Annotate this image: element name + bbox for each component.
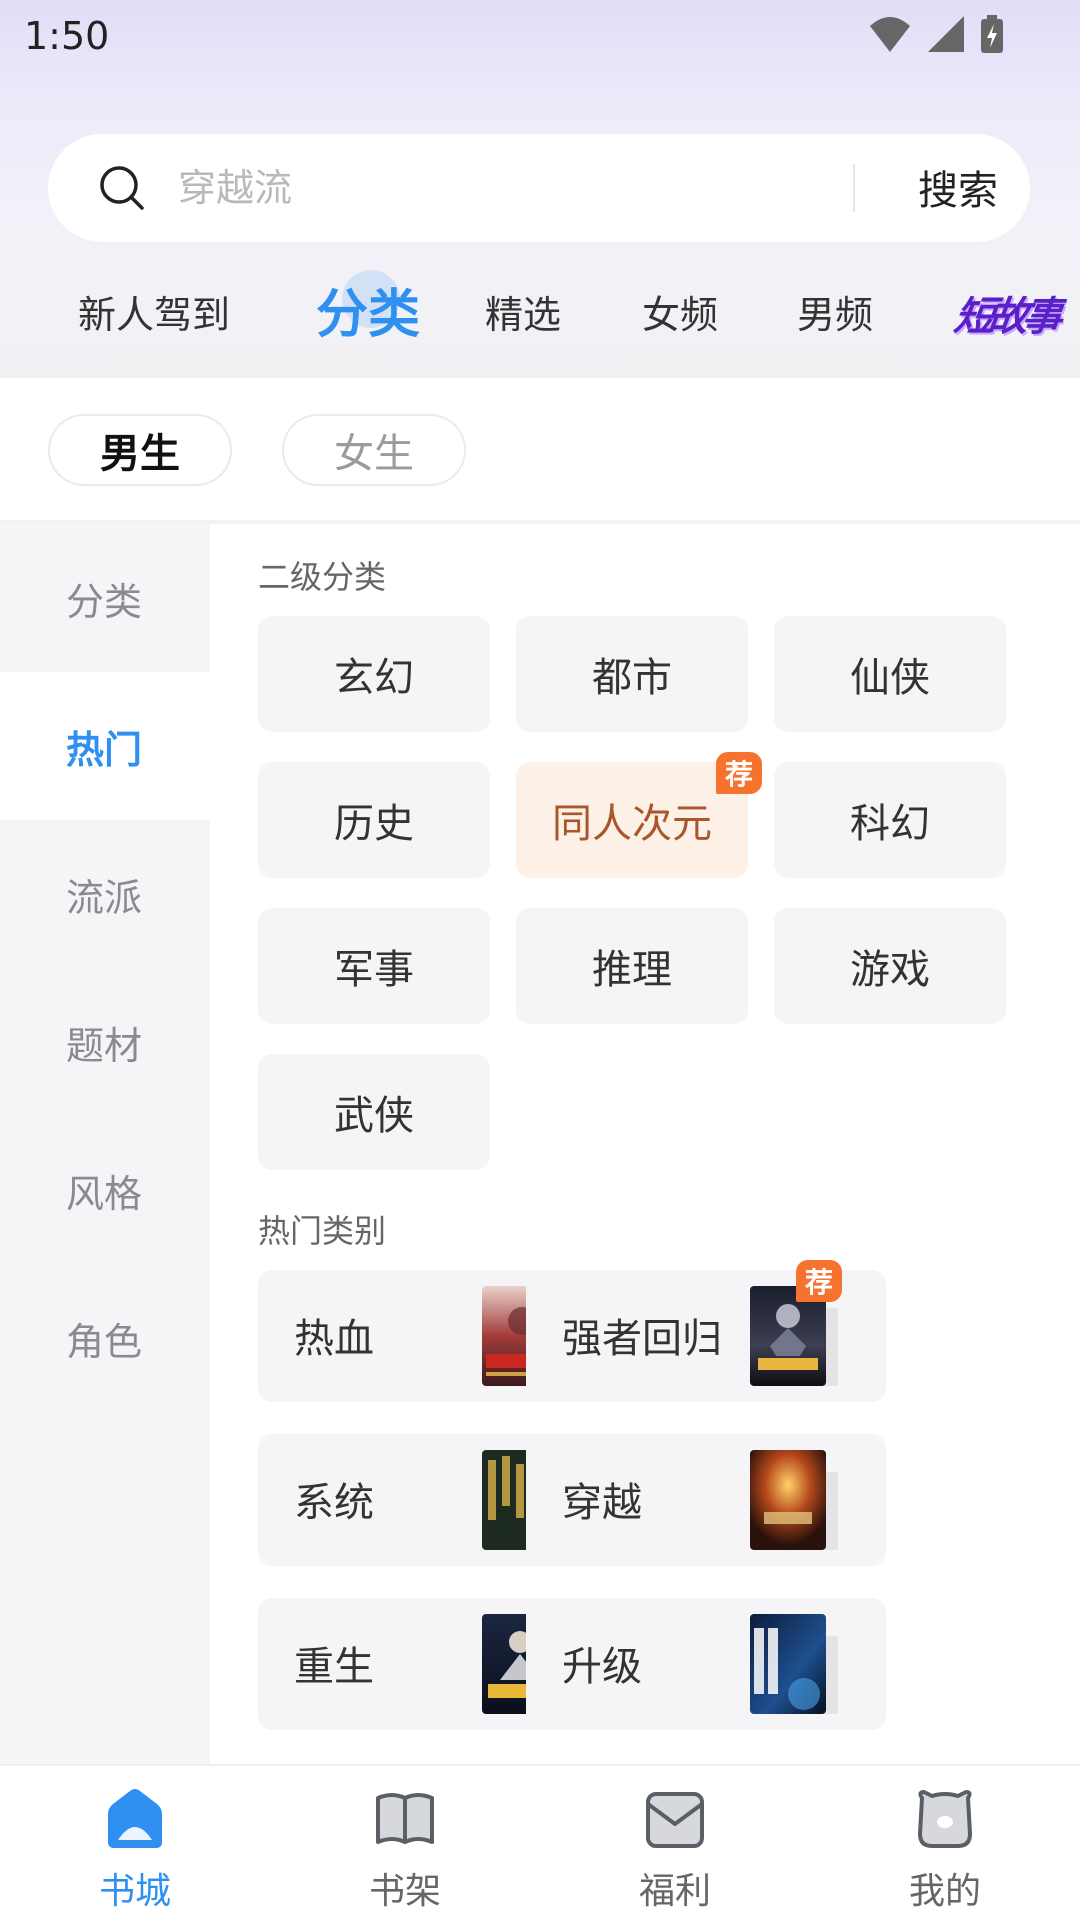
book-icon [376, 1793, 434, 1844]
chip-kehuan[interactable]: 科幻 [774, 762, 1006, 878]
hot-card-chuanyue[interactable]: 穿越 [526, 1434, 886, 1566]
gender-selector: 男生 女生 [0, 378, 1080, 520]
chip-youxi[interactable]: 游戏 [774, 908, 1006, 1024]
gender-female-button[interactable]: 女生 [282, 414, 466, 486]
sidebar-item-style[interactable]: 风格 [0, 1116, 210, 1264]
battery-icon [981, 15, 1003, 53]
section-title-secondary: 二级分类 [258, 558, 387, 596]
tab-male[interactable]: 男频 [797, 284, 873, 339]
category-content: 二级分类 玄幻 都市 仙侠 历史 同人次元 荐 科幻 军事 推理 游戏 武侠 热… [210, 524, 1080, 1764]
status-icons [868, 14, 1004, 54]
tab-short-story-logo[interactable]: 短故事 [951, 284, 1069, 342]
nav-bookshelf[interactable]: 书架 [270, 1766, 540, 1920]
card-label: 系统 [294, 1480, 374, 1526]
nav-welfare[interactable]: 福利 [540, 1766, 810, 1920]
gender-male-button[interactable]: 男生 [48, 414, 232, 486]
sidebar-item-role[interactable]: 角色 [0, 1264, 210, 1412]
home-icon [108, 1789, 162, 1848]
recommend-badge: 荐 [716, 752, 762, 794]
status-bar: 1:50 [0, 0, 1080, 76]
tab-female[interactable]: 女频 [642, 284, 718, 339]
card-label: 热血 [294, 1316, 374, 1362]
chip-tongren-ciyuan[interactable]: 同人次元 [516, 762, 748, 878]
chip-xuanhuan[interactable]: 玄幻 [258, 616, 490, 732]
sidebar-item-hot[interactable]: 热门 [0, 672, 210, 820]
status-time: 1:50 [24, 14, 110, 58]
nav-label: 书架 [368, 1871, 441, 1912]
sidebar-item-theme[interactable]: 题材 [0, 968, 210, 1116]
cellular-signal-icon [928, 16, 964, 52]
envelope-icon [646, 1792, 704, 1848]
bottom-navigation: 书城 书架 福利 我的 [0, 1764, 1080, 1920]
sidebar-item-category[interactable]: 分类 [0, 524, 210, 672]
chip-wuxia[interactable]: 武侠 [258, 1054, 490, 1170]
book-cover-image [750, 1614, 826, 1714]
nav-label: 书城 [98, 1871, 171, 1912]
chip-xianxia[interactable]: 仙侠 [774, 616, 1006, 732]
card-label: 穿越 [562, 1480, 642, 1526]
card-label: 升级 [562, 1644, 642, 1690]
wifi-icon [870, 17, 910, 52]
book-cover-image [750, 1450, 826, 1550]
category-sidebar: 分类 热门 流派 题材 风格 角色 [0, 524, 210, 1764]
nav-label: 我的 [908, 1871, 981, 1912]
search-icon [100, 166, 144, 210]
sidebar-item-genre[interactable]: 流派 [0, 820, 210, 968]
card-label: 重生 [294, 1644, 374, 1690]
card-label: 强者回归 [562, 1316, 722, 1362]
search-button[interactable]: 搜索 [918, 158, 998, 216]
chip-tuili[interactable]: 推理 [516, 908, 748, 1024]
tab-featured[interactable]: 精选 [485, 284, 561, 339]
nav-profile[interactable]: 我的 [810, 1766, 1080, 1920]
profile-icon [918, 1790, 972, 1848]
tab-newcomer[interactable]: 新人驾到 [78, 284, 230, 339]
tab-category[interactable]: 分类 [316, 272, 420, 347]
search-bar[interactable]: 搜索 [48, 134, 1030, 242]
section-title-hot: 热门类别 [258, 1212, 387, 1250]
nav-label: 福利 [638, 1871, 711, 1912]
chip-lishi[interactable]: 历史 [258, 762, 490, 878]
chip-dushi[interactable]: 都市 [516, 616, 748, 732]
search-divider [853, 164, 855, 212]
hot-card-shengji[interactable]: 升级 [526, 1598, 886, 1730]
chip-junshi[interactable]: 军事 [258, 908, 490, 1024]
recommend-badge: 荐 [796, 1260, 842, 1302]
search-input[interactable] [178, 160, 738, 216]
top-tabs: 新人驾到 分类 精选 女频 男频 短故事 [0, 262, 1080, 362]
nav-bookstore[interactable]: 书城 [0, 1766, 270, 1920]
